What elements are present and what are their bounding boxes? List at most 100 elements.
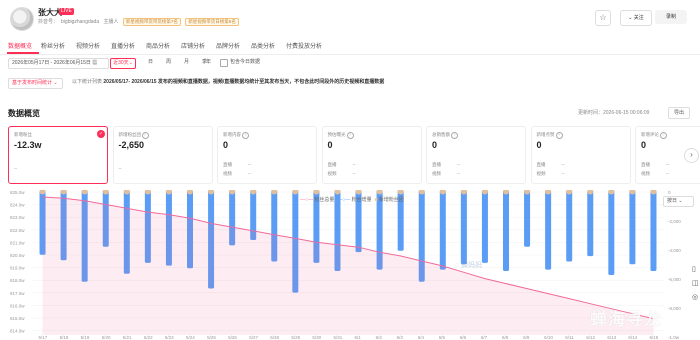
next-arrow-icon[interactable]: ›: [684, 148, 699, 163]
fans-total-area: [42, 197, 654, 335]
date-range-picker[interactable]: 2026年05月17日 - 2026年06月15日 ▦: [8, 58, 109, 69]
rank-badge[interactable]: 新星视频带货带货榜第7名: [122, 18, 181, 26]
bar-fans-increment[interactable]: [566, 190, 573, 262]
stat-notice: 以下统计列表 2026/05/17- 2026/06/15 发布的视频和直播数据…: [72, 78, 384, 87]
metric-card-value: 0: [641, 140, 647, 150]
record-button[interactable]: 录制: [655, 10, 687, 24]
metric-card[interactable]: 预估曝光 0? 直播 -- 视频 --: [321, 126, 422, 184]
bar-fans-increment[interactable]: [629, 190, 636, 265]
bar-fans-increment[interactable]: [587, 190, 594, 257]
rank-badge[interactable]: 新星视频带货日榜第8名: [185, 18, 239, 26]
bookmark-button[interactable]: ☆: [595, 10, 611, 26]
legend-total[interactable]: —○— 粉丝总量: [300, 197, 334, 203]
tab-paid[interactable]: 付费投放分析: [286, 41, 322, 50]
metric-card-sub-live-value: --: [561, 162, 565, 167]
tab-shop[interactable]: 店铺分析: [181, 41, 205, 50]
metric-card-title: 总销售额: [432, 132, 450, 137]
metric-card-sub-live: 直播: [223, 162, 232, 167]
x-axis-tick: 6/10: [544, 335, 553, 340]
x-axis-tick: 6/5: [439, 335, 446, 340]
info-icon[interactable]: ?: [451, 132, 458, 139]
notice-rest: 发布的视频和直播数据，视频/直播数据均统计至其发布当天，不包含此时间段外的历史视…: [157, 79, 385, 85]
info-icon[interactable]: ?: [141, 132, 149, 139]
stat-basis-label: 基于发布时间统计: [12, 80, 53, 86]
metric-card-value: -12.3w: [14, 140, 42, 150]
period-month[interactable]: 月: [184, 58, 189, 67]
metric-card-value: -2,650: [118, 140, 145, 150]
side-toolbar: ▯ ◫ ◎: [692, 265, 700, 301]
square-marker-icon: ■: [374, 197, 378, 203]
left-axis-tick: 822.0w: [10, 228, 25, 233]
line-marker-icon: —○—: [300, 197, 314, 203]
period-week[interactable]: 周: [166, 58, 171, 67]
text-watermark: 蝉海寻龙: [590, 310, 662, 329]
x-axis-tick: 5/21: [123, 335, 132, 340]
info-icon[interactable]: ?: [555, 132, 563, 139]
chat-icon[interactable]: ◫: [692, 279, 700, 287]
metric-card-title: 新增评论: [641, 132, 659, 137]
date-range-text: 2026年05月17日 - 2026年06月15日: [12, 60, 91, 66]
headset-icon[interactable]: ◎: [692, 293, 700, 301]
x-axis-tick: 6/4: [418, 335, 425, 340]
metric-card-value: 0: [536, 140, 542, 150]
phone-icon[interactable]: ▯: [692, 265, 700, 273]
period-year[interactable]: 年: [206, 58, 211, 67]
x-axis-tick: 5/23: [165, 335, 174, 340]
tab-brand[interactable]: 品牌分析: [216, 41, 240, 50]
metric-card-sub: --: [14, 166, 17, 171]
metric-card-title: 新增点赞: [536, 132, 555, 137]
bar-fans-increment[interactable]: [460, 190, 467, 265]
include-today-checkbox[interactable]: [220, 59, 228, 67]
bar-fans-increment[interactable]: [503, 190, 509, 271]
metric-card-title: 预估曝光: [327, 132, 346, 137]
bar-fans-increment[interactable]: [481, 190, 488, 263]
metric-card[interactable]: 总销售额 0? 直播 -- 视频 --: [426, 126, 526, 184]
metric-card[interactable]: 新增粉丝团 -2,650? --: [112, 126, 213, 184]
x-axis-tick: 6/6: [460, 335, 467, 340]
avatar[interactable]: [10, 7, 34, 31]
notice-prefix: 以下统计列表: [72, 79, 103, 85]
legend-increment[interactable]: —○— 粉丝增量: [337, 197, 371, 203]
period-day[interactable]: 日: [148, 58, 153, 67]
info-icon[interactable]: ?: [660, 132, 667, 139]
follow-label: 关注: [633, 15, 644, 21]
left-axis-tick: 823.0w: [10, 215, 25, 220]
account-label: 抖音号：: [38, 19, 59, 25]
bar-fans-increment[interactable]: [545, 190, 552, 270]
unit-select[interactable]: 按日 ⌄: [663, 196, 694, 207]
tab-live[interactable]: 直播分析: [111, 41, 135, 50]
tab-category[interactable]: 品类分析: [251, 41, 275, 50]
tab-video[interactable]: 视频分析: [76, 41, 100, 50]
metric-card-sub-live-value: --: [352, 162, 356, 167]
bar-fans-increment[interactable]: [524, 190, 531, 247]
follow-button[interactable]: ⌄ 关注: [620, 10, 652, 26]
metric-card-sub-live-value: --: [457, 162, 460, 167]
bar-fans-increment[interactable]: [650, 190, 657, 271]
x-axis-tick: 6/15: [649, 335, 658, 340]
tab-fans[interactable]: 粉丝分析: [41, 41, 65, 50]
info-icon[interactable]: ?: [346, 132, 354, 139]
bar-fans-increment[interactable]: [608, 190, 615, 276]
metric-card-sub-video-value: --: [352, 171, 356, 176]
info-icon[interactable]: ?: [242, 132, 249, 139]
metric-card-title: 新增粉丝团: [118, 132, 142, 137]
x-axis-tick: 6/8: [502, 335, 509, 340]
page-header: 张大大 LIVE 抖音号： bigbigzhangdada 主播人 新星视频带货带…: [0, 0, 700, 36]
metric-card[interactable]: 新增粉丝 -12.3w ✓ --: [8, 126, 108, 184]
period-30-days[interactable]: 近30天⌄: [110, 58, 136, 69]
role-label: 主播人: [103, 19, 119, 25]
live-badge[interactable]: LIVE: [59, 8, 74, 15]
left-axis-tick: 820.0w: [10, 253, 25, 258]
stat-basis-select[interactable]: 基于发布时间统计 ⌄: [8, 78, 63, 89]
tab-overview[interactable]: 数据概览: [8, 41, 32, 50]
export-button[interactable]: 导出: [668, 107, 690, 119]
include-today-label: 包含今日数据: [230, 59, 261, 65]
legend-fan-club[interactable]: ■ 新增粉丝团: [374, 197, 403, 203]
metric-card-sub-video: 视频: [432, 171, 441, 176]
metric-card[interactable]: 新增点赞 0? 直播 -- 视频 --: [530, 126, 631, 184]
bar-fans-increment[interactable]: [439, 190, 446, 270]
metric-card-sub-live: 直播: [641, 162, 650, 167]
tab-goods[interactable]: 商品分析: [146, 41, 170, 50]
metric-card[interactable]: 新增内容 0? 直播 -- 视频 --: [217, 126, 317, 184]
x-axis-tick: 5/28: [270, 335, 279, 340]
